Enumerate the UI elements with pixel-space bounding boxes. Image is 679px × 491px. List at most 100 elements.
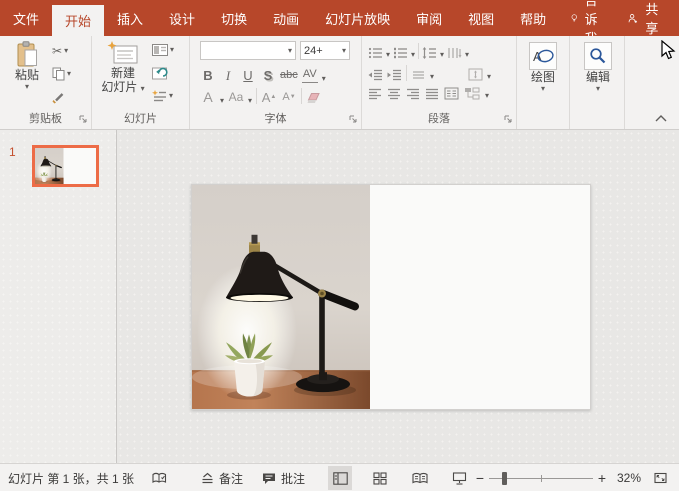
zoom-level[interactable]: 32%	[617, 471, 641, 485]
slide-number: 1	[9, 145, 16, 159]
paragraph-dialog-launcher[interactable]	[503, 114, 513, 124]
section-icon	[152, 89, 167, 102]
copy-button[interactable]: ▾	[52, 67, 71, 81]
thumbnail-photo	[35, 148, 64, 184]
underline-button[interactable]: U	[240, 66, 256, 83]
proofing-status[interactable]	[152, 464, 167, 491]
paste-clipboard-icon	[16, 41, 39, 68]
zoom-slider-handle[interactable]	[502, 472, 507, 485]
font-color-button[interactable]: A	[200, 88, 216, 105]
group-drawing: A 绘图 ▾	[517, 36, 570, 129]
section-button[interactable]: ▾	[152, 89, 173, 102]
slide-1[interactable]	[191, 184, 591, 410]
drawing-dropdown-arrow[interactable]: ▾	[541, 85, 545, 93]
paste-button[interactable]: 粘贴 ▾	[6, 41, 48, 91]
zoom-out-button[interactable]: −	[475, 470, 485, 486]
cut-button[interactable]: ✂ ▾	[52, 44, 68, 58]
clipboard-dialog-launcher[interactable]	[78, 114, 88, 124]
align-right-button[interactable]	[406, 88, 420, 100]
comments-toggle[interactable]: 批注	[262, 464, 305, 491]
slide-empty-area[interactable]	[370, 185, 590, 409]
layout-button[interactable]: ▾	[152, 44, 174, 56]
editing-button[interactable]: 编辑 ▾	[579, 42, 617, 93]
character-spacing-arrow[interactable]: ▾	[322, 75, 326, 83]
comments-bubble-icon	[262, 472, 276, 485]
increase-indent-button[interactable]	[387, 69, 402, 81]
fit-slide-to-window-button[interactable]	[653, 471, 668, 485]
editing-canvas[interactable]	[117, 130, 679, 463]
layout-icon	[152, 44, 168, 56]
font-color-arrow[interactable]: ▾	[220, 97, 224, 105]
lamp-photo[interactable]	[192, 185, 370, 409]
smartart-arrow[interactable]: ▾	[485, 92, 489, 100]
bold-button[interactable]: B	[200, 66, 216, 83]
slide-1-thumbnail[interactable]	[32, 145, 99, 187]
tab-review[interactable]: 审阅	[403, 0, 455, 36]
vertical-align-arrow[interactable]: ▾	[487, 73, 491, 81]
numbering-arrow[interactable]: ▾	[411, 51, 415, 59]
tab-slideshow[interactable]: 幻灯片放映	[312, 0, 403, 36]
notes-toggle[interactable]: 备注	[201, 464, 243, 491]
normal-view-button[interactable]	[328, 466, 352, 490]
font-name-combo[interactable]: ▾	[200, 41, 296, 60]
change-case-arrow[interactable]: ▾	[248, 97, 252, 105]
decrease-indent-button[interactable]	[368, 69, 383, 81]
normal-view-icon	[333, 472, 348, 485]
slide-thumbnail-panel: 1	[0, 130, 117, 463]
align-center-button[interactable]	[387, 88, 401, 100]
new-slide-icon	[107, 41, 139, 66]
align-text-button[interactable]	[411, 69, 426, 81]
tab-home[interactable]: 开始	[52, 5, 104, 36]
lightbulb-icon	[571, 10, 578, 26]
share-person-icon	[628, 11, 638, 26]
font-dialog-launcher[interactable]	[348, 114, 358, 124]
smartart-convert-button[interactable]	[464, 87, 480, 100]
tab-help[interactable]: 帮助	[507, 0, 559, 36]
new-slide-button[interactable]: 新建 幻灯片 ▾	[100, 41, 146, 94]
clear-formatting-button[interactable]	[306, 92, 321, 105]
status-bar: 幻灯片 第 1 张，共 1 张 备注 批注	[0, 463, 679, 491]
tab-animations[interactable]: 动画	[260, 0, 312, 36]
format-painter-button[interactable]	[52, 91, 65, 104]
tab-transitions[interactable]: 切换	[208, 0, 260, 36]
bullets-arrow[interactable]: ▾	[386, 51, 390, 59]
zoom-in-button[interactable]: +	[597, 470, 607, 486]
slide-sorter-view-button[interactable]	[368, 466, 392, 490]
collapse-ribbon-chevron[interactable]	[655, 115, 667, 122]
justify-button[interactable]	[425, 88, 439, 100]
grow-font-button[interactable]: A▲	[261, 88, 277, 105]
paste-dropdown-arrow[interactable]: ▾	[25, 83, 29, 91]
vertical-align-button[interactable]	[468, 68, 483, 81]
change-case-button[interactable]: Aa	[228, 88, 244, 105]
line-spacing-button[interactable]	[422, 47, 437, 59]
text-direction-button[interactable]	[447, 47, 462, 59]
line-spacing-arrow[interactable]: ▾	[440, 51, 444, 59]
columns-button[interactable]	[444, 87, 459, 100]
italic-button[interactable]: I	[220, 66, 236, 83]
reset-slide-button[interactable]	[152, 66, 169, 81]
drawing-button[interactable]: A 绘图 ▾	[524, 42, 562, 93]
align-text-arrow[interactable]: ▾	[430, 73, 434, 81]
tab-file[interactable]: 文件	[0, 0, 52, 36]
editing-dropdown-arrow[interactable]: ▾	[596, 85, 600, 93]
numbering-button[interactable]	[393, 47, 408, 59]
bullets-button[interactable]	[368, 47, 383, 59]
shrink-font-button[interactable]: A▼	[281, 88, 297, 105]
tab-design[interactable]: 设计	[156, 0, 208, 36]
slide-counter[interactable]: 幻灯片 第 1 张，共 1 张	[8, 464, 134, 491]
strikethrough-button[interactable]: abc	[280, 66, 298, 83]
format-painter-icon	[52, 91, 65, 104]
tab-insert[interactable]: 插入	[104, 0, 156, 36]
align-left-button[interactable]	[368, 88, 382, 100]
text-direction-arrow[interactable]: ▾	[465, 51, 469, 59]
text-shadow-button[interactable]: S	[260, 66, 276, 83]
character-spacing-button[interactable]: AV	[302, 66, 318, 83]
share-button[interactable]: 共享	[616, 0, 675, 37]
find-magnifier-icon	[589, 47, 607, 65]
tab-view[interactable]: 视图	[455, 0, 507, 36]
slideshow-view-button[interactable]	[447, 466, 471, 490]
zoom-slider[interactable]	[489, 471, 593, 485]
font-size-combo[interactable]: 24+ ▾	[300, 41, 350, 60]
reading-view-button[interactable]	[408, 466, 432, 490]
proofing-book-icon	[152, 472, 167, 484]
